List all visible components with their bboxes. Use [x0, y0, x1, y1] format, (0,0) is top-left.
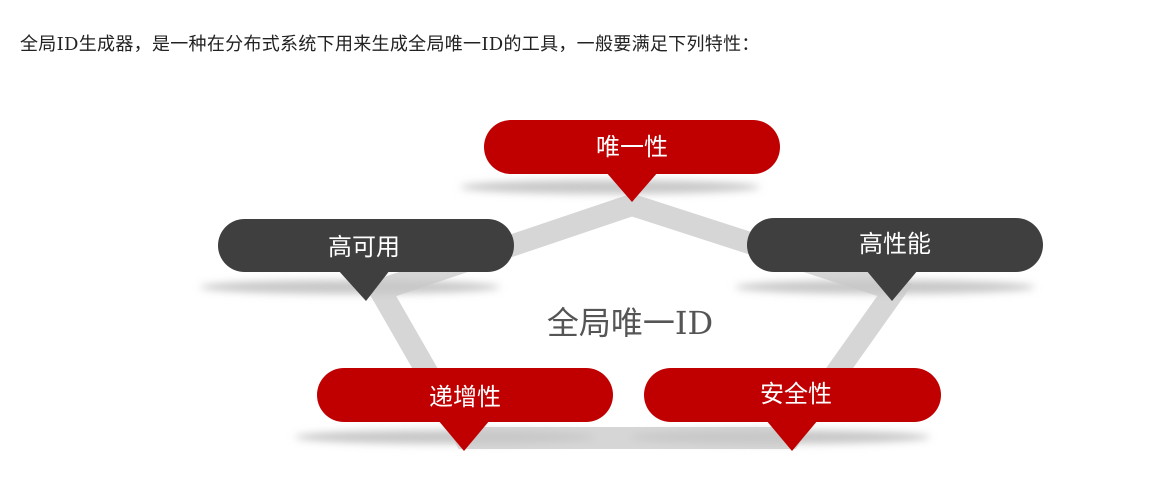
feature-diagram: 全局唯一ID 唯一性 高可用 高性能 递增性 安全性: [200, 120, 1043, 451]
center-label: 全局唯一ID: [547, 304, 713, 342]
shadow-uniqueness: [460, 180, 760, 194]
callout-security-label: 安全性: [760, 380, 832, 408]
callout-high-performance-label: 高性能: [859, 230, 931, 258]
callout-incremental-label: 递增性: [429, 383, 501, 411]
shadow-incremental: [295, 430, 595, 444]
callout-high-availability-label: 高可用: [328, 233, 400, 261]
callout-uniqueness-label: 唯一性: [596, 133, 668, 161]
